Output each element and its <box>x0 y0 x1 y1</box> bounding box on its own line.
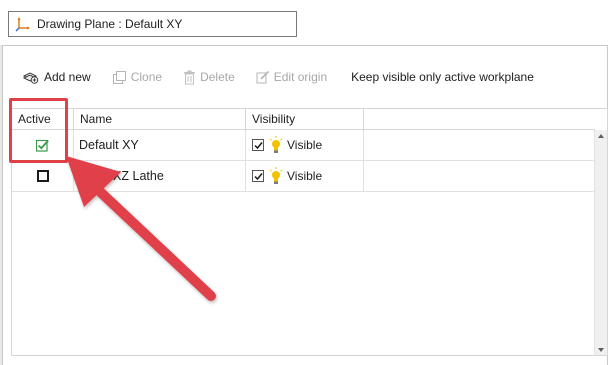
clone-button[interactable]: Clone <box>112 70 162 85</box>
visibility-checkbox[interactable] <box>252 139 264 151</box>
plane-name: Default XY <box>79 138 139 152</box>
lightbulb-icon <box>269 167 283 184</box>
column-header-active[interactable]: Active <box>12 109 74 129</box>
scroll-up-icon[interactable] <box>598 134 604 138</box>
clone-icon <box>112 70 126 84</box>
edit-origin-label: Edit origin <box>273 70 328 84</box>
delete-label: Delete <box>200 70 235 84</box>
column-header-filler <box>364 109 595 129</box>
workplanes-grid: Active Name Visibility Default XY Visibl… <box>11 108 608 356</box>
row-filler <box>364 161 595 191</box>
visibility-label: Visible <box>287 169 323 183</box>
row-filler <box>364 130 595 160</box>
active-cell[interactable] <box>12 130 74 160</box>
vertical-scrollbar[interactable] <box>594 130 607 355</box>
add-plane-icon <box>22 72 39 84</box>
edit-icon <box>256 70 269 84</box>
scroll-down-icon[interactable] <box>598 348 604 352</box>
active-check-icon[interactable] <box>36 139 49 152</box>
inactive-checkbox[interactable] <box>36 170 49 182</box>
column-header-visibility[interactable]: Visibility <box>246 109 364 129</box>
table-row[interactable]: efault XZ Lathe Visible <box>12 161 595 192</box>
visibility-checkbox[interactable] <box>252 170 264 182</box>
column-header-name[interactable]: Name <box>74 109 246 129</box>
axis-icon <box>15 17 30 32</box>
clone-label: Clone <box>130 70 163 84</box>
delete-button[interactable]: Delete <box>183 70 235 85</box>
trash-icon <box>184 70 196 84</box>
name-cell[interactable]: efault XZ Lathe <box>74 161 246 191</box>
grid-header: Active Name Visibility <box>12 109 595 130</box>
add-new-button[interactable]: Add new <box>22 70 91 84</box>
keep-visible-option[interactable]: Keep visible only active workplane <box>351 70 534 84</box>
visibility-cell[interactable]: Visible <box>246 161 364 191</box>
add-new-label: Add new <box>44 70 91 84</box>
toolbar: Add new Clone Delete Edit origin Keep vi… <box>22 66 534 88</box>
lightbulb-icon <box>269 136 283 153</box>
active-cell[interactable] <box>12 161 74 191</box>
name-cell[interactable]: Default XY <box>74 130 246 160</box>
visibility-cell[interactable]: Visible <box>246 130 364 160</box>
edit-origin-button[interactable]: Edit origin <box>256 70 327 84</box>
table-row[interactable]: Default XY Visible <box>12 130 595 161</box>
visibility-label: Visible <box>287 138 323 152</box>
drawing-plane-label: Drawing Plane : Default XY <box>37 17 183 31</box>
plane-name: efault XZ Lathe <box>79 169 164 183</box>
drawing-plane-field[interactable]: Drawing Plane : Default XY <box>8 11 297 37</box>
